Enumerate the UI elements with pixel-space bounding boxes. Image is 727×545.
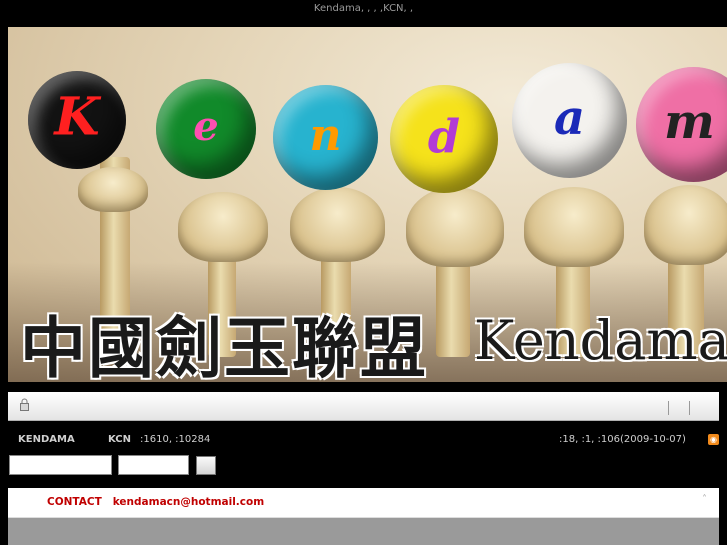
banner-letter: a [553,89,586,146]
contact-email[interactable]: kendamacn@hotmail.com [113,496,264,508]
banner-letter: m [664,93,715,150]
stats-right: :18, :1, :106(2009-10-07) [559,434,686,445]
header-banner: K e n d a m 中國劍玉聯盟 Kendamacn.c [8,27,727,382]
kendama-ball-2: e [156,79,256,179]
rss-icon[interactable]: ◉ [708,434,719,445]
contact-panel: CONTACT kendamacn@hotmail.com ˄ [8,488,719,545]
banner-letter: e [193,103,219,151]
password-input[interactable] [118,455,189,475]
nav-divider [689,401,690,415]
banner-letter: K [54,86,100,148]
username-input[interactable] [9,455,112,475]
contact-label: CONTACT [47,496,102,508]
banner-letter: n [309,109,342,161]
kendama-ball-6: m [636,67,727,182]
kendama-ball-3: n [273,85,378,190]
nav-divider [668,401,669,415]
kendama-ball-5: a [512,63,627,178]
banner-title: 中國劍玉聯盟 [20,309,428,382]
contact-header: CONTACT kendamacn@hotmail.com [8,488,719,518]
contact-panel-body [8,518,719,545]
banner-letter: d [427,109,461,164]
collapse-icon[interactable]: ˄ [702,494,707,505]
navigation-bar [8,392,719,421]
kendama-ball-4: d [390,85,498,193]
stats-label: KCN [108,434,132,445]
stats-value: :1610, :10284 [140,434,211,445]
banner-domain: Kendamacn.c [474,309,727,372]
site-label: KENDAMA [18,434,75,445]
kendama-ball-1: K [28,71,126,169]
site-tagline: Kendama, , , ,KCN, , [313,3,414,14]
login-button[interactable] [196,456,216,475]
stats-bar: KENDAMA KCN :1610, :10284 :18, :1, :106(… [8,430,719,450]
lock-icon[interactable] [20,398,29,411]
